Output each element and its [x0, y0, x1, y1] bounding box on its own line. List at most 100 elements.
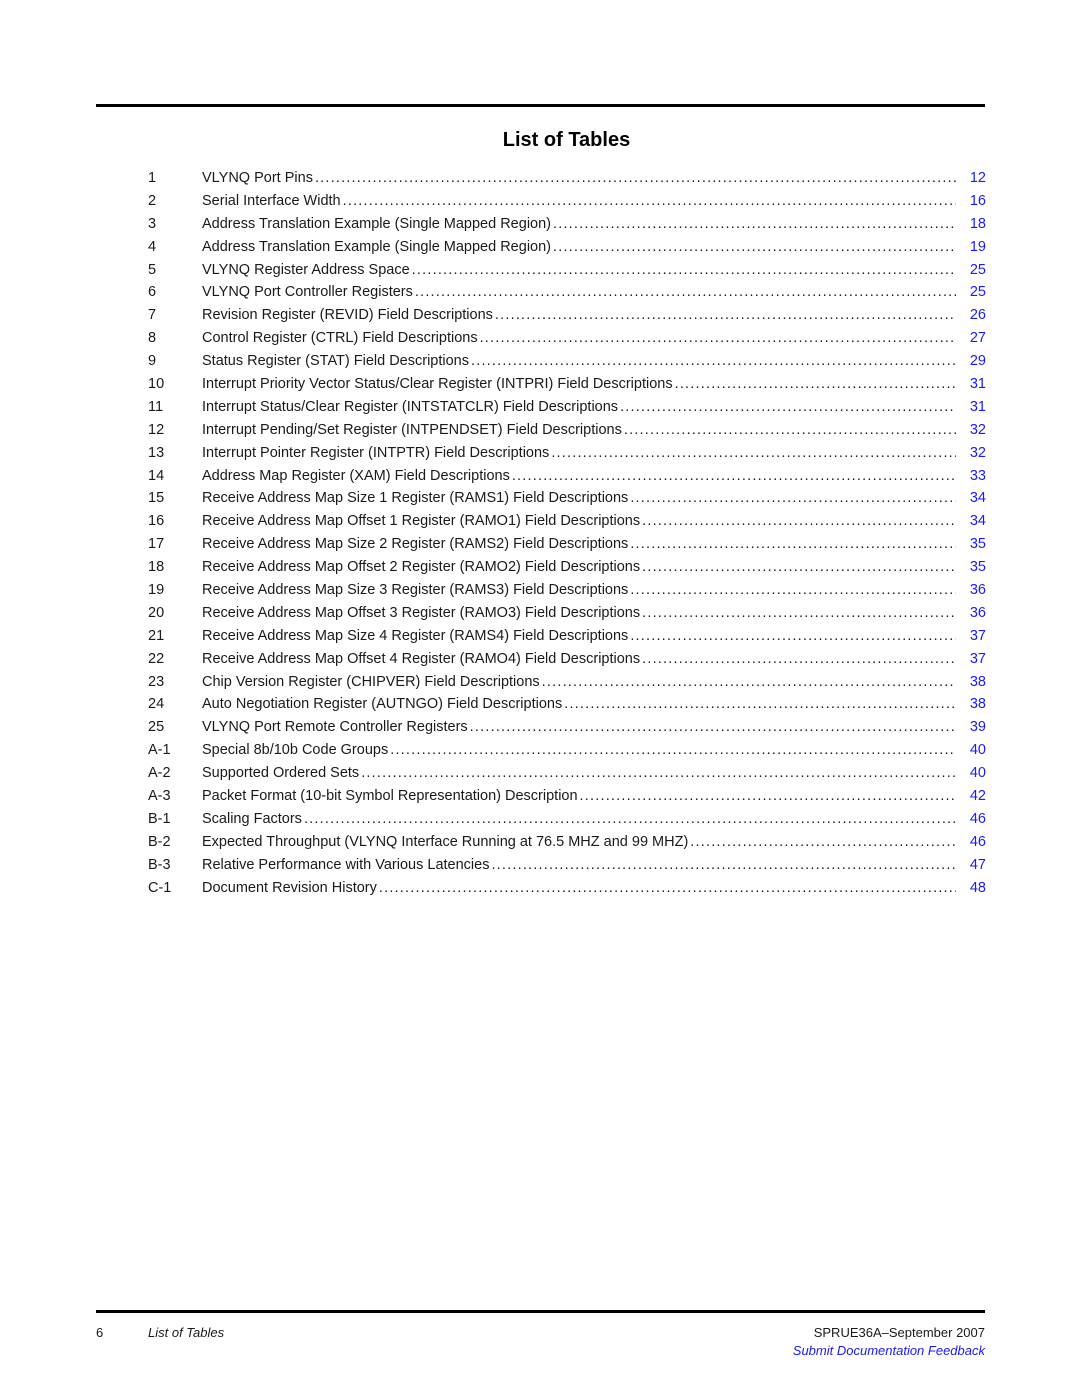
toc-entry-link[interactable]: Document Revision History — [202, 877, 958, 900]
toc-entry[interactable]: 2 Serial Interface Width 16 — [148, 190, 986, 213]
page-number-link[interactable]: 16 — [958, 190, 986, 213]
toc-entry-link[interactable]: Address Translation Example (Single Mapp… — [202, 236, 958, 259]
toc-entry-link[interactable]: Interrupt Priority Vector Status/Clear R… — [202, 373, 958, 396]
toc-entry-link[interactable]: VLYNQ Register Address Space — [202, 259, 958, 282]
toc-entry[interactable]: 4 Address Translation Example (Single Map… — [148, 236, 986, 259]
toc-entry-link[interactable]: Scaling Factors — [202, 808, 958, 831]
toc-entry[interactable]: 14 Address Map Register (XAM) Field Descr… — [148, 465, 986, 488]
page-number-link[interactable]: 42 — [958, 785, 986, 808]
toc-entry[interactable]: 9 Status Register (STAT) Field Descriptio… — [148, 350, 986, 373]
dot-leader — [630, 487, 956, 510]
toc-entry-link[interactable]: Chip Version Register (CHIPVER) Field De… — [202, 671, 958, 694]
toc-entry[interactable]: A-1 Special 8b/10b Code Groups 40 — [148, 739, 986, 762]
page-number-link[interactable]: 37 — [958, 625, 986, 648]
toc-entry[interactable]: C-1 Document Revision History 48 — [148, 877, 986, 900]
page-number-link[interactable]: 25 — [958, 259, 986, 282]
page-number-link[interactable]: 26 — [958, 304, 986, 327]
table-title: VLYNQ Port Remote Controller Registers — [202, 719, 468, 736]
toc-entry-link[interactable]: Receive Address Map Size 2 Register (RAM… — [202, 533, 958, 556]
page-number-link[interactable]: 31 — [958, 396, 986, 419]
page-number-link[interactable]: 29 — [958, 350, 986, 373]
page-number-link[interactable]: 48 — [958, 877, 986, 900]
toc-entry-link[interactable]: Interrupt Pointer Register (INTPTR) Fiel… — [202, 442, 958, 465]
page-number-link[interactable]: 39 — [958, 716, 986, 739]
toc-entry[interactable]: 25 VLYNQ Port Remote Controller Registers… — [148, 716, 986, 739]
toc-entry[interactable]: 22 Receive Address Map Offset 4 Register … — [148, 648, 986, 671]
toc-entry-link[interactable]: Receive Address Map Size 1 Register (RAM… — [202, 487, 958, 510]
page-number-link[interactable]: 32 — [958, 419, 986, 442]
toc-entry-link[interactable]: Interrupt Pending/Set Register (INTPENDS… — [202, 419, 958, 442]
page-number-link[interactable]: 38 — [958, 693, 986, 716]
toc-entry-link[interactable]: Supported Ordered Sets — [202, 762, 958, 785]
toc-entry[interactable]: 23 Chip Version Register (CHIPVER) Field … — [148, 671, 986, 694]
submit-feedback-link[interactable]: Submit Documentation Feedback — [793, 1343, 985, 1358]
toc-entry[interactable]: 6 VLYNQ Port Controller Registers 25 — [148, 281, 986, 304]
toc-entry[interactable]: 17 Receive Address Map Size 2 Register (R… — [148, 533, 986, 556]
page-number-link[interactable]: 34 — [958, 510, 986, 533]
page-number-link[interactable]: 35 — [958, 533, 986, 556]
toc-entry[interactable]: 1 VLYNQ Port Pins 12 — [148, 167, 986, 190]
page-number-link[interactable]: 32 — [958, 442, 986, 465]
toc-entry[interactable]: 5 VLYNQ Register Address Space 25 — [148, 259, 986, 282]
toc-entry[interactable]: 7 Revision Register (REVID) Field Descrip… — [148, 304, 986, 327]
toc-entry-link[interactable]: Address Map Register (XAM) Field Descrip… — [202, 465, 958, 488]
page-number-link[interactable]: 47 — [958, 854, 986, 877]
page-number-link[interactable]: 12 — [958, 167, 986, 190]
toc-entry[interactable]: 16 Receive Address Map Offset 1 Register … — [148, 510, 986, 533]
toc-entry[interactable]: B-3 Relative Performance with Various Lat… — [148, 854, 986, 877]
toc-entry-link[interactable]: Interrupt Status/Clear Register (INTSTAT… — [202, 396, 958, 419]
page-number-link[interactable]: 36 — [958, 579, 986, 602]
toc-entry-link[interactable]: Auto Negotiation Register (AUTNGO) Field… — [202, 693, 958, 716]
page-number-link[interactable]: 33 — [958, 465, 986, 488]
toc-entry-link[interactable]: Receive Address Map Offset 3 Register (R… — [202, 602, 958, 625]
toc-entry-link[interactable]: Packet Format (10-bit Symbol Representat… — [202, 785, 958, 808]
toc-entry-link[interactable]: Receive Address Map Size 3 Register (RAM… — [202, 579, 958, 602]
page-number-link[interactable]: 25 — [958, 281, 986, 304]
page-number-link[interactable]: 46 — [958, 808, 986, 831]
toc-entry-link[interactable]: Receive Address Map Offset 2 Register (R… — [202, 556, 958, 579]
page-number-link[interactable]: 40 — [958, 762, 986, 785]
toc-entry-link[interactable]: Serial Interface Width — [202, 190, 958, 213]
table-number: 18 — [148, 559, 165, 576]
toc-entry-link[interactable]: VLYNQ Port Remote Controller Registers — [202, 716, 958, 739]
page-number-link[interactable]: 27 — [958, 327, 986, 350]
toc-entry-link[interactable]: Expected Throughput (VLYNQ Interface Run… — [202, 831, 958, 854]
page-number-link[interactable]: 40 — [958, 739, 986, 762]
page-number-link[interactable]: 35 — [958, 556, 986, 579]
toc-entry-link[interactable]: Receive Address Map Offset 4 Register (R… — [202, 648, 958, 671]
toc-entry-link[interactable]: Relative Performance with Various Latenc… — [202, 854, 958, 877]
toc-entry-link[interactable]: VLYNQ Port Pins — [202, 167, 958, 190]
page-number-link[interactable]: 19 — [958, 236, 986, 259]
page-number-link[interactable]: 37 — [958, 648, 986, 671]
toc-entry[interactable]: 19 Receive Address Map Size 3 Register (R… — [148, 579, 986, 602]
page-number-link[interactable]: 34 — [958, 487, 986, 510]
toc-entry[interactable]: 8 Control Register (CTRL) Field Descripti… — [148, 327, 986, 350]
toc-entry[interactable]: 3 Address Translation Example (Single Map… — [148, 213, 986, 236]
toc-entry-link[interactable]: Special 8b/10b Code Groups — [202, 739, 958, 762]
toc-entry[interactable]: 20 Receive Address Map Offset 3 Register … — [148, 602, 986, 625]
page-number-link[interactable]: 36 — [958, 602, 986, 625]
toc-entry-link[interactable]: Revision Register (REVID) Field Descript… — [202, 304, 958, 327]
page-number-link[interactable]: 38 — [958, 671, 986, 694]
toc-entry[interactable]: A-2 Supported Ordered Sets 40 — [148, 762, 986, 785]
page-number-link[interactable]: 31 — [958, 373, 986, 396]
toc-entry[interactable]: B-1 Scaling Factors 46 — [148, 808, 986, 831]
toc-entry-link[interactable]: Address Translation Example (Single Mapp… — [202, 213, 958, 236]
toc-entry[interactable]: 11 Interrupt Status/Clear Register (INTST… — [148, 396, 986, 419]
toc-entry[interactable]: 21 Receive Address Map Size 4 Register (R… — [148, 625, 986, 648]
toc-entry[interactable]: 12 Interrupt Pending/Set Register (INTPEN… — [148, 419, 986, 442]
toc-entry[interactable]: A-3 Packet Format (10-bit Symbol Represen… — [148, 785, 986, 808]
toc-entry-link[interactable]: VLYNQ Port Controller Registers — [202, 281, 958, 304]
page-number-link[interactable]: 46 — [958, 831, 986, 854]
toc-entry-link[interactable]: Control Register (CTRL) Field Descriptio… — [202, 327, 958, 350]
toc-entry-link[interactable]: Receive Address Map Offset 1 Register (R… — [202, 510, 958, 533]
toc-entry[interactable]: B-2 Expected Throughput (VLYNQ Interface … — [148, 831, 986, 854]
toc-entry-link[interactable]: Status Register (STAT) Field Description… — [202, 350, 958, 373]
toc-entry[interactable]: 13 Interrupt Pointer Register (INTPTR) Fi… — [148, 442, 986, 465]
page-number-link[interactable]: 18 — [958, 213, 986, 236]
toc-entry[interactable]: 18 Receive Address Map Offset 2 Register … — [148, 556, 986, 579]
toc-entry[interactable]: 15 Receive Address Map Size 1 Register (R… — [148, 487, 986, 510]
toc-entry[interactable]: 10 Interrupt Priority Vector Status/Clear… — [148, 373, 986, 396]
toc-entry[interactable]: 24 Auto Negotiation Register (AUTNGO) Fie… — [148, 693, 986, 716]
toc-entry-link[interactable]: Receive Address Map Size 4 Register (RAM… — [202, 625, 958, 648]
